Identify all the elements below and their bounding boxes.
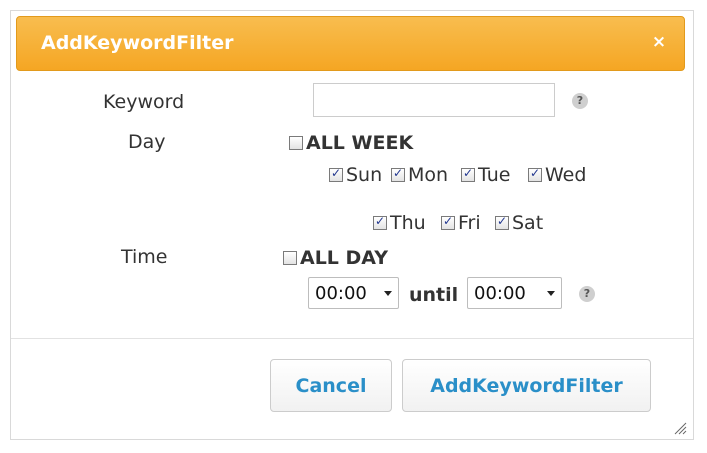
day-checkbox-tue[interactable]: Tue — [461, 164, 510, 186]
checkbox-checked-icon[interactable] — [441, 214, 455, 230]
dialog-titlebar[interactable]: AddKeywordFilter × — [16, 16, 685, 71]
all-day-checkbox[interactable]: ALL DAY — [283, 247, 388, 269]
end-time-select[interactable]: 00:00 — [467, 277, 562, 309]
checkbox-checked-icon[interactable] — [495, 214, 509, 230]
footer-divider — [11, 338, 693, 339]
add-keyword-filter-button[interactable]: AddKeywordFilter — [402, 359, 651, 412]
checkbox-checked-icon[interactable] — [461, 166, 475, 182]
checkbox-checked-icon[interactable] — [329, 166, 343, 182]
cancel-button[interactable]: Cancel — [270, 359, 392, 412]
keyword-help-icon[interactable]: ? — [572, 93, 588, 109]
dialog-title: AddKeywordFilter — [41, 32, 234, 54]
chevron-down-icon — [547, 291, 555, 296]
day-checkbox-fri[interactable]: Fri — [441, 212, 481, 234]
keyword-label: Keyword — [103, 91, 185, 113]
chevron-down-icon — [384, 291, 392, 296]
day-label-mon: Mon — [408, 164, 449, 186]
start-time-select[interactable]: 00:00 — [308, 277, 399, 309]
all-day-label: ALL DAY — [300, 247, 388, 269]
day-label-sun: Sun — [346, 164, 383, 186]
day-label-thu: Thu — [390, 212, 426, 234]
day-checkbox-wed[interactable]: Wed — [528, 164, 586, 186]
all-week-box[interactable] — [289, 136, 303, 150]
time-help-icon[interactable]: ? — [579, 286, 595, 302]
end-time-value: 00:00 — [474, 282, 526, 304]
day-checkbox-sat[interactable]: Sat — [495, 212, 543, 234]
add-keyword-filter-dialog: AddKeywordFilter × Keyword ? Day ALL WEE… — [10, 10, 694, 440]
all-day-box[interactable] — [283, 251, 297, 265]
until-label: until — [409, 284, 459, 306]
day-label-wed: Wed — [545, 164, 587, 186]
day-checkbox-sun[interactable]: Sun — [329, 164, 382, 186]
resize-grip-icon[interactable] — [673, 421, 687, 435]
checkbox-checked-icon[interactable] — [391, 166, 405, 182]
day-label-sat: Sat — [512, 212, 544, 234]
start-time-value: 00:00 — [315, 282, 367, 304]
day-checkbox-thu[interactable]: Thu — [373, 212, 426, 234]
keyword-input[interactable] — [313, 83, 555, 117]
day-label-fri: Fri — [458, 212, 481, 234]
all-week-checkbox[interactable]: ALL WEEK — [289, 132, 413, 154]
time-label: Time — [121, 246, 168, 268]
day-label-tue: Tue — [478, 164, 511, 186]
day-label: Day — [128, 131, 166, 153]
close-icon[interactable]: × — [648, 29, 670, 55]
checkbox-checked-icon[interactable] — [528, 166, 542, 182]
all-week-label: ALL WEEK — [306, 132, 414, 154]
checkbox-checked-icon[interactable] — [373, 214, 387, 230]
day-checkbox-mon[interactable]: Mon — [391, 164, 448, 186]
